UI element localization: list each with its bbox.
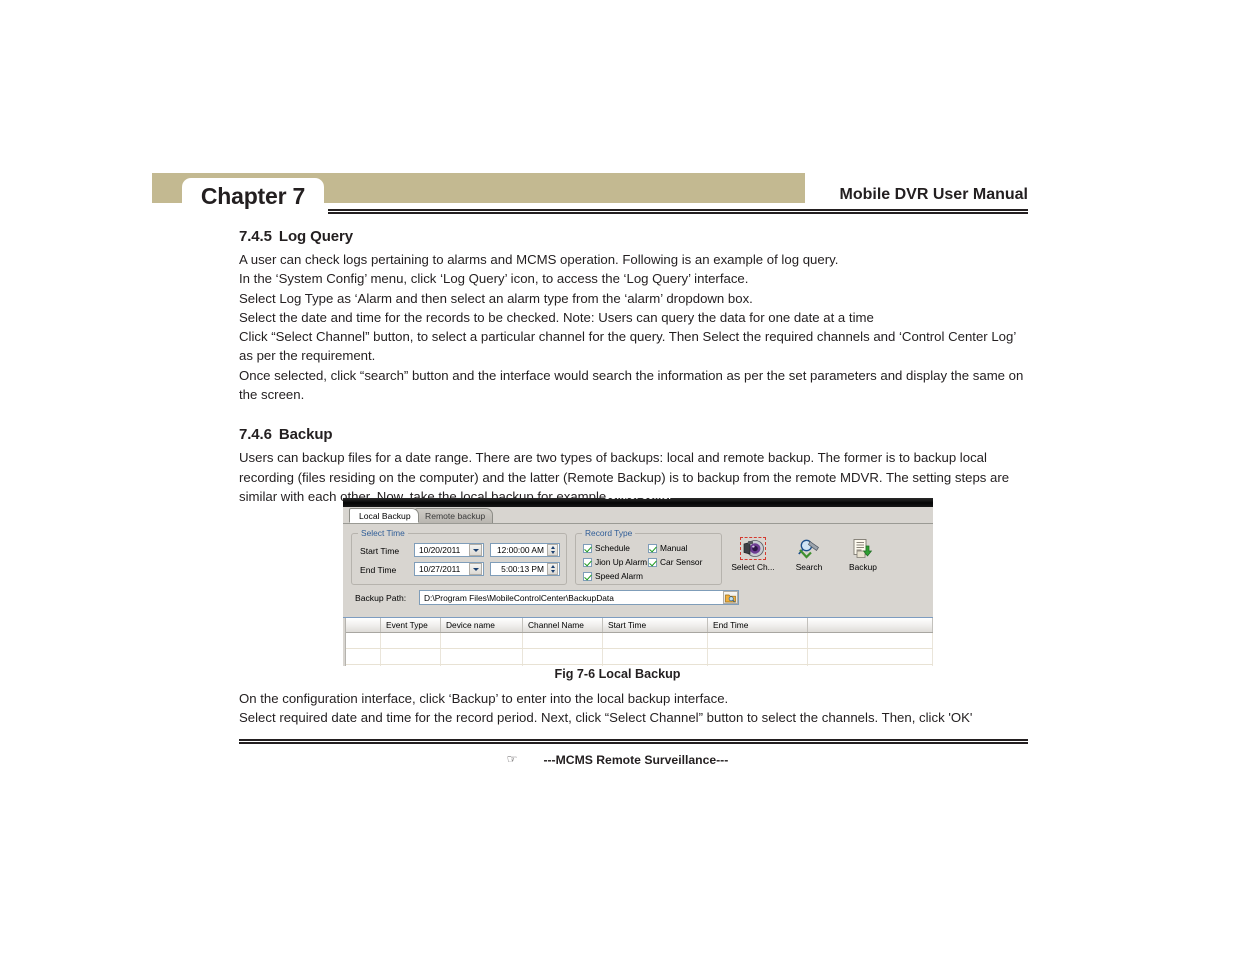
grid-empty-row[interactable]	[343, 665, 933, 666]
start-date-value: 10/20/2011	[419, 545, 461, 555]
start-time-spinner[interactable]: 12:00:00 AM	[490, 543, 560, 557]
grid-row-selector-column	[343, 618, 346, 666]
tab-remote-backup[interactable]: Remote backup	[415, 508, 494, 523]
checkbox-label: Manual	[660, 543, 688, 553]
paragraph: On the configuration interface, click ‘B…	[239, 691, 729, 706]
paragraph: Once selected, click “search” button and…	[239, 367, 1024, 403]
page-header: Chapter 7 Mobile DVR User Manual	[152, 173, 1028, 215]
section-number: 7.4.5	[239, 228, 272, 245]
checkbox-label: Speed Alarm	[595, 571, 643, 581]
backup-results-grid[interactable]: Event Type Device name Channel Name Star…	[343, 617, 933, 666]
grid-header-cell-event-type[interactable]: Event Type	[381, 618, 441, 632]
section-number: 7.4.6	[239, 426, 272, 444]
start-time-label: Start Time	[360, 546, 400, 556]
record-type-group: Record Type Schedule Manual Jion Up Alar…	[575, 528, 722, 585]
figure-local-backup: Control Center Local Backup Remote backu…	[343, 498, 933, 666]
checkbox-checked-icon[interactable]	[583, 543, 592, 553]
grid-header-cell-start-time[interactable]: Start Time	[603, 618, 708, 632]
folder-browse-icon[interactable]	[723, 591, 738, 604]
grid-header-cell[interactable]	[808, 618, 933, 632]
checkbox-schedule[interactable]: Schedule	[583, 543, 630, 553]
chevron-down-icon[interactable]	[469, 544, 482, 556]
grid-header-cell-device-name[interactable]: Device name	[441, 618, 523, 632]
window-title: Control Center	[604, 498, 673, 501]
paragraph: Select Log Type as ‘Alarm and then selec…	[239, 290, 753, 306]
camera-icon	[727, 535, 779, 561]
toolbar-button-backup[interactable]: Backup	[837, 535, 889, 572]
checkbox-car-sensor[interactable]: Car Sensor	[648, 557, 702, 567]
grid-header-cell[interactable]	[343, 618, 381, 632]
spinner-icon[interactable]	[547, 563, 558, 575]
backup-path-value: D:\Program Files\MobileControlCenter\Bac…	[424, 592, 614, 603]
end-date-combo[interactable]: 10/27/2011	[414, 562, 484, 576]
document-body: 7.4.5 Log Query A user can check logs per…	[239, 228, 1029, 506]
header-divider	[328, 209, 1028, 214]
end-time-value: 5:00:13 PM	[501, 564, 544, 574]
window-title-bar: Control Center	[343, 498, 933, 507]
section-heading-746: 7.4.6 Backup	[239, 426, 1029, 443]
checkbox-label: Schedule	[595, 543, 630, 553]
tab-strip: Local Backup Remote backup	[343, 507, 933, 524]
end-time-label: End Time	[360, 565, 397, 575]
paragraph: Click “Select Channel” button, to select…	[239, 329, 1016, 364]
pointing-hand-icon: ☞	[506, 752, 518, 766]
grid-empty-row[interactable]	[343, 633, 933, 649]
grid-header-cell-end-time[interactable]: End Time	[708, 618, 808, 632]
end-date-value: 10/27/2011	[419, 564, 461, 574]
post-figure-text: On the configuration interface, click ‘B…	[239, 689, 1039, 728]
toolbar-button-search[interactable]: Search	[783, 535, 835, 572]
checkbox-checked-icon[interactable]	[648, 557, 657, 567]
backup-path-label: Backup Path:	[355, 593, 407, 603]
footer-divider	[239, 739, 1028, 744]
search-magnifier-icon	[783, 535, 835, 561]
backup-path-input[interactable]: D:\Program Files\MobileControlCenter\Bac…	[419, 590, 739, 605]
select-time-group-title: Select Time	[358, 528, 408, 538]
checkbox-jion-up-alarm[interactable]: Jion Up Alarm	[583, 557, 647, 567]
checkbox-checked-icon[interactable]	[648, 543, 657, 553]
tab-local-backup[interactable]: Local Backup	[349, 508, 419, 523]
record-type-group-title: Record Type	[582, 528, 636, 538]
checkbox-manual[interactable]: Manual	[648, 543, 687, 553]
end-time-spinner[interactable]: 5:00:13 PM	[490, 562, 560, 576]
grid-header-row: Event Type Device name Channel Name Star…	[343, 618, 933, 633]
checkbox-label: Jion Up Alarm	[595, 557, 648, 567]
checkbox-label: Car Sensor	[660, 557, 703, 567]
document-page: Chapter 7 Mobile DVR User Manual 7.4.5 Lo…	[0, 0, 1235, 954]
chevron-down-icon[interactable]	[469, 563, 482, 575]
backup-document-icon	[837, 535, 889, 561]
chapter-label: Chapter 7	[200, 182, 306, 209]
manual-title: Mobile DVR User Manual	[839, 186, 1028, 203]
section-heading-745: 7.4.5 Log Query	[239, 228, 1029, 245]
toolbar-label: Search	[795, 562, 823, 572]
page-footer: ☞ ---MCMS Remote Surveillance---	[0, 752, 1235, 767]
section-title: Backup	[278, 426, 333, 444]
toolbar-label: Backup	[849, 562, 877, 572]
start-time-value: 12:00:00 AM	[496, 545, 544, 555]
paragraph: Select required date and time for the re…	[239, 710, 973, 726]
window-body: Local Backup Remote backup Select Time S…	[343, 507, 933, 666]
chapter-tab: Chapter 7	[182, 178, 324, 215]
select-time-group: Select Time Start Time 10/20/2011 12:00:…	[351, 528, 567, 585]
app-window: Control Center Local Backup Remote backu…	[343, 498, 933, 666]
grid-empty-row[interactable]	[343, 649, 933, 665]
section-title: Log Query	[278, 228, 353, 245]
checkbox-speed-alarm[interactable]: Speed Alarm	[583, 571, 643, 581]
paragraph: A user can check logs pertaining to alar…	[239, 252, 839, 267]
paragraph: In the ‘System Config’ menu, click ‘Log …	[239, 271, 749, 287]
figure-caption: Fig 7-6 Local Backup	[554, 667, 681, 681]
grid-header-cell-channel-name[interactable]: Channel Name	[523, 618, 603, 632]
toolbar-label: Select Ch...	[731, 562, 775, 572]
spinner-icon[interactable]	[547, 544, 558, 556]
footer-text: ---MCMS Remote Surveillance---	[543, 753, 729, 767]
checkbox-checked-icon[interactable]	[583, 557, 592, 567]
toolbar-button-select-channel[interactable]: Select Ch...	[727, 535, 779, 572]
checkbox-checked-icon[interactable]	[583, 571, 592, 581]
start-date-combo[interactable]: 10/20/2011	[414, 543, 484, 557]
paragraph: Select the date and time for the records…	[239, 309, 874, 325]
